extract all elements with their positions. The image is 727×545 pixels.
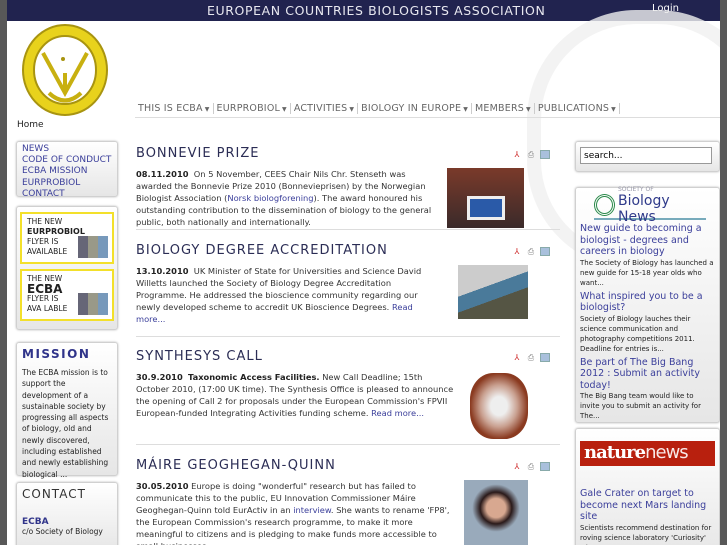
article-tools: ⅄ ⎙: [512, 353, 550, 362]
article-tools: ⅄ ⎙: [512, 150, 550, 159]
sidebar-item-contact[interactable]: CONTACT: [22, 189, 112, 200]
news-link[interactable]: New guide to becoming a biologist - degr…: [580, 223, 715, 258]
news-summary: Society of Biology lauches their science…: [580, 314, 695, 353]
article-body: 30.05.2010 Europe is doing "wonderful" r…: [136, 480, 458, 545]
flyer-text: THE NEW: [27, 217, 63, 226]
flyer-thumbnail: [78, 293, 108, 315]
contact-box: CONTACT ECBA c/o Society of Biology: [16, 482, 118, 545]
site-title: EUROPEAN COUNTRIES BIOLOGISTS ASSOCIATIO…: [207, 3, 546, 18]
sidebar-item-ecba-mission[interactable]: ECBA MISSION: [22, 166, 112, 177]
email-icon[interactable]: [540, 353, 550, 362]
sidebar-item-eurprobiol[interactable]: EURPROBIOL: [22, 178, 112, 189]
logo-text: SOCIETY OF: [617, 185, 654, 193]
sob-logo-mark: [594, 194, 615, 216]
article-tools: ⅄ ⎙: [512, 462, 550, 471]
email-icon[interactable]: [540, 462, 550, 471]
society-of-biology-news: SOCIETY OF Biology News New guide to beco…: [575, 186, 720, 423]
breadcrumb[interactable]: Home: [17, 120, 44, 130]
mission-text: The ECBA mission is to support the devel…: [22, 368, 109, 479]
flyer-text: EURPROBIOL: [27, 227, 85, 236]
sidebar-item-news[interactable]: NEWS: [22, 144, 112, 155]
email-icon[interactable]: [540, 247, 550, 256]
article: MÁIRE GEOGHEGAN-QUINN ⅄ ⎙ 30.05.2010 Euro…: [136, 458, 560, 545]
page: EUROPEAN COUNTRIES BIOLOGISTS ASSOCIATIO…: [7, 0, 720, 545]
article: BIOLOGY DEGREE ACCREDITATION ⅄ ⎙ 13.10.20…: [136, 243, 560, 337]
news-link[interactable]: Be part of The Big Bang 2012 : Submit an…: [580, 357, 715, 392]
article: SYNTHESYS CALL ⅄ ⎙ 30.9.2010 Taxonomic Ac…: [136, 349, 560, 445]
interview-link[interactable]: interview: [293, 505, 331, 515]
pdf-icon[interactable]: ⅄: [512, 462, 522, 471]
article-title[interactable]: SYNTHESYS CALL: [136, 349, 263, 364]
main-nav: THIS IS ECBA ▼ EURPROBIOL ▼ ACTIVITIES ▼ BI…: [135, 103, 620, 114]
article-body: 13.10.2010 UK Minister of State for Univ…: [136, 265, 444, 325]
divider: [135, 117, 720, 118]
article-image: [447, 168, 524, 228]
news-feed: Gale Crater on target to become next Mar…: [580, 488, 715, 545]
article: BONNEVIE PRIZE ⅄ ⎙ 08.11.2010 On 5 Novemb…: [136, 146, 560, 230]
article-title[interactable]: BIOLOGY DEGREE ACCREDITATION: [136, 243, 388, 258]
news-link[interactable]: Gale Crater on target to become next Mar…: [580, 488, 715, 523]
pdf-icon[interactable]: ⅄: [512, 150, 522, 159]
nav-members[interactable]: MEMBERS ▼: [472, 103, 535, 114]
article-link[interactable]: Norsk biologforening: [227, 193, 313, 203]
news-feed: New guide to becoming a biologist - degr…: [580, 223, 715, 421]
email-icon[interactable]: [540, 150, 550, 159]
mission-box: MISSION The ECBA mission is to support t…: [16, 342, 118, 479]
news-summary: The Society of Biology has launched a ne…: [580, 258, 714, 287]
print-icon[interactable]: ⎙: [526, 247, 536, 256]
nav-biology-in-europe[interactable]: BIOLOGY IN EUROPE ▼: [358, 103, 473, 114]
mission-title: MISSION: [22, 347, 91, 361]
print-icon[interactable]: ⎙: [526, 462, 536, 471]
sidebar-menu: NEWS CODE OF CONDUCT ECBA MISSION EURPRO…: [16, 141, 118, 200]
pdf-icon[interactable]: ⅄: [512, 247, 522, 256]
article-title[interactable]: MÁIRE GEOGHEGAN-QUINN: [136, 458, 336, 473]
contact-org: ECBA: [22, 517, 49, 527]
nav-publications[interactable]: PUBLICATIONS ▼: [535, 103, 620, 114]
logo-text: nature: [584, 442, 646, 463]
eurprobiol-flyer-banner[interactable]: THE NEW EURPROBIOL FLYER IS AVAILABLE: [20, 212, 114, 264]
flyer-thumbnail: [78, 236, 108, 258]
print-icon[interactable]: ⎙: [526, 353, 536, 362]
logo-text: Biology News: [617, 192, 670, 225]
article-image: [464, 480, 528, 545]
article-body: 08.11.2010 On 5 November, CEES Chair Nil…: [136, 168, 444, 228]
nature-news-logo[interactable]: naturenews: [580, 441, 715, 466]
article-date: 30.9.2010: [136, 372, 183, 382]
print-icon[interactable]: ⎙: [526, 150, 536, 159]
nature-news: naturenews Gale Crater on target to beco…: [575, 428, 720, 545]
contact-title: CONTACT: [22, 487, 86, 501]
article-image: [470, 373, 528, 439]
society-of-biology-logo[interactable]: SOCIETY OF Biology News: [594, 186, 706, 225]
article-image: [458, 265, 528, 319]
sidebar-item-code-of-conduct[interactable]: CODE OF CONDUCT: [22, 155, 112, 166]
article-date: 30.05.2010: [136, 481, 189, 491]
read-more-link[interactable]: Read more...: [371, 408, 424, 418]
search-input[interactable]: [580, 147, 712, 164]
article-subtitle: Taxonomic Access Facilities.: [188, 372, 320, 382]
contact-address: c/o Society of Biology: [22, 527, 103, 536]
article-tools: ⅄ ⎙: [512, 247, 550, 256]
nav-eurprobiol[interactable]: EURPROBIOL ▼: [214, 103, 291, 114]
news-summary: The Big Bang team would like to invite y…: [580, 392, 701, 420]
nav-this-is-ecba[interactable]: THIS IS ECBA ▼: [135, 103, 214, 114]
pdf-icon[interactable]: ⅄: [512, 353, 522, 362]
article-title[interactable]: BONNEVIE PRIZE: [136, 146, 259, 161]
news-summary: Scientists recommend destination for rov…: [580, 523, 712, 545]
article-date: 08.11.2010: [136, 169, 189, 179]
article-body: 30.9.2010 Taxonomic Access Facilities. N…: [136, 371, 458, 419]
news-link[interactable]: What inspired you to be a biologist?: [580, 291, 715, 314]
flyers-box: THE NEW EURPROBIOL FLYER IS AVAILABLE TH…: [16, 206, 118, 330]
ecba-flyer-banner[interactable]: THE NEW ECBA FLYER IS AVA LABLE: [20, 269, 114, 321]
logo-text: news: [645, 442, 689, 463]
article-date: 13.10.2010: [136, 266, 189, 276]
search-box: [575, 141, 720, 172]
nav-activities[interactable]: ACTIVITIES ▼: [291, 103, 359, 114]
ecba-logo[interactable]: [19, 23, 111, 117]
